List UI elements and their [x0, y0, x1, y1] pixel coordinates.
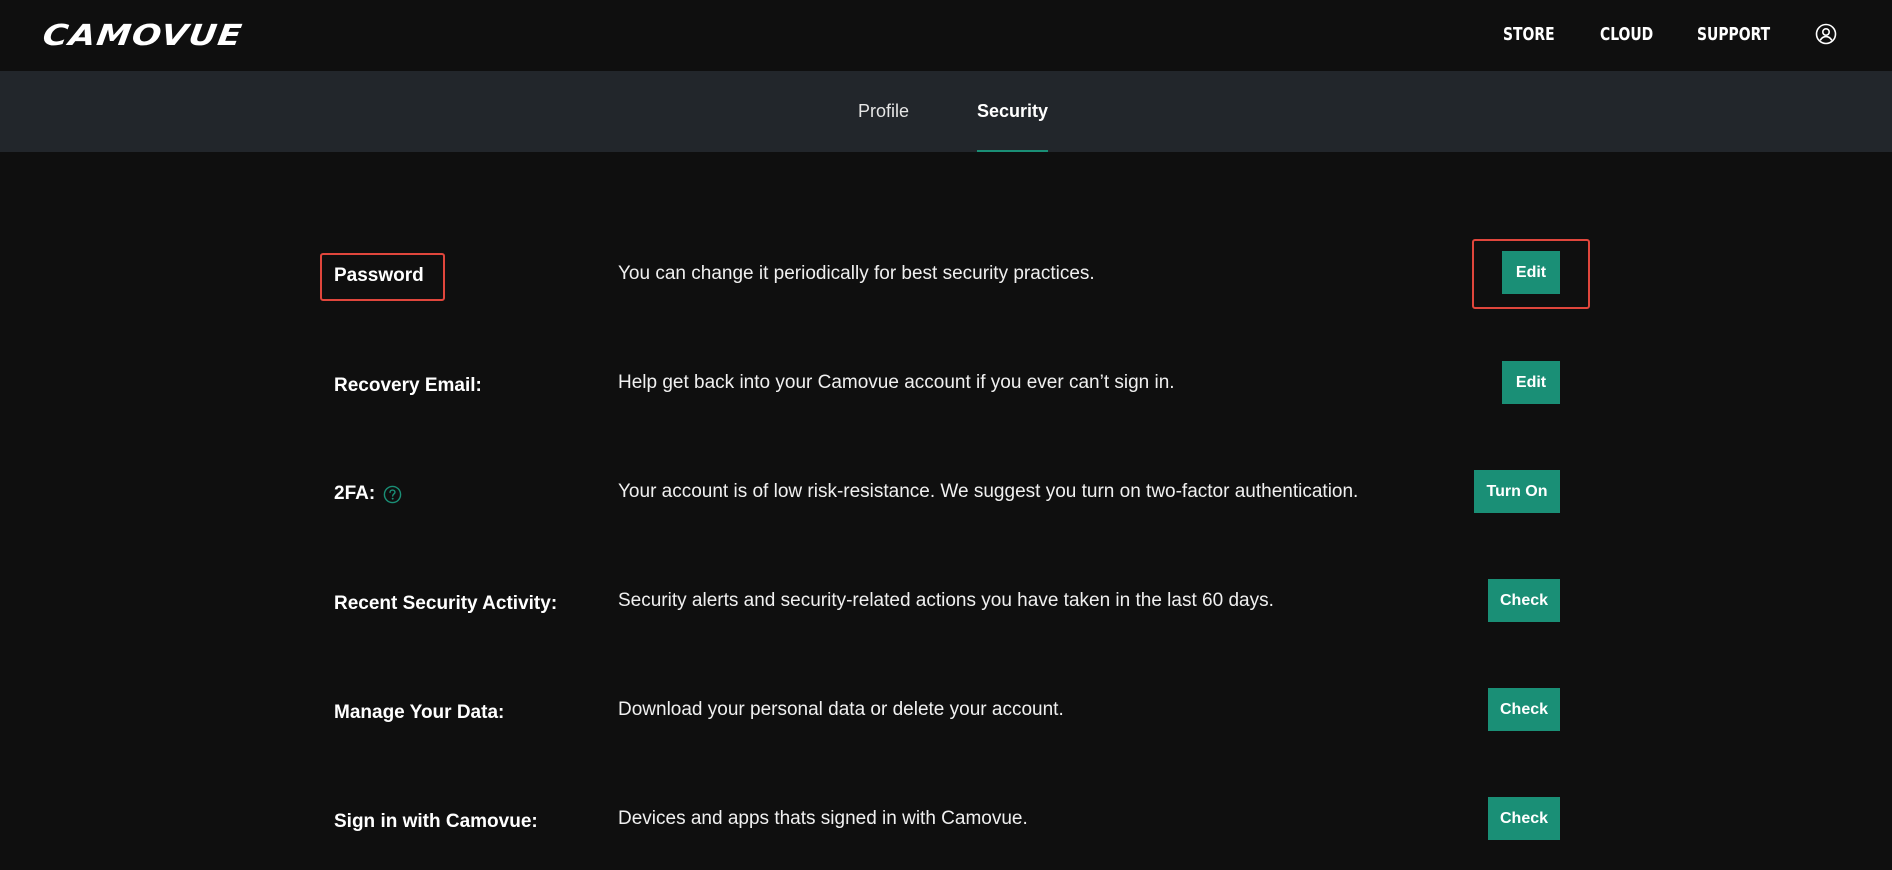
- user-circle-icon[interactable]: [1815, 23, 1837, 45]
- recent-security-activity-description: Security alerts and security-related act…: [618, 590, 1274, 611]
- password-description: You can change it periodically for best …: [618, 263, 1095, 284]
- manage-data-row: Manage Your Data: Download your personal…: [0, 672, 1892, 752]
- sign-in-with-camovue-check-button[interactable]: Check: [1488, 797, 1560, 840]
- recovery-email-description: Help get back into your Camovue account …: [618, 372, 1175, 393]
- tab-security[interactable]: Security: [977, 71, 1049, 152]
- nav-support-link[interactable]: SUPPORT: [1697, 20, 1770, 50]
- tab-bar: Profile Security: [0, 71, 1892, 152]
- manage-data-label: Manage Your Data:: [334, 702, 505, 723]
- recent-security-activity-check-button[interactable]: Check: [1488, 579, 1560, 622]
- manage-data-description: Download your personal data or delete yo…: [618, 699, 1064, 720]
- nav-store-link[interactable]: STORE: [1503, 20, 1555, 50]
- sign-in-with-camovue-label: Sign in with Camovue:: [334, 811, 538, 832]
- password-label: Password: [334, 265, 424, 286]
- top-header: CAMOVUE STORE CLOUD SUPPORT: [0, 0, 1892, 71]
- password-row: Password You can change it periodically …: [0, 236, 1892, 316]
- recovery-email-row: Recovery Email: Help get back into your …: [0, 345, 1892, 425]
- recent-security-activity-label: Recent Security Activity:: [334, 593, 558, 614]
- camovue-logo[interactable]: CAMOVUE: [41, 18, 245, 52]
- tab-profile[interactable]: Profile: [858, 71, 909, 152]
- nav-cloud-link[interactable]: CLOUD: [1600, 20, 1653, 50]
- sign-in-with-camovue-description: Devices and apps thats signed in with Ca…: [618, 808, 1028, 829]
- question-circle-icon[interactable]: [383, 485, 402, 504]
- recent-security-activity-row: Recent Security Activity: Security alert…: [0, 563, 1892, 643]
- recovery-email-edit-button[interactable]: Edit: [1502, 361, 1560, 404]
- two-factor-description: Your account is of low risk-resistance. …: [618, 481, 1359, 502]
- two-factor-turn-on-button[interactable]: Turn On: [1474, 470, 1560, 513]
- two-factor-label: 2FA:: [334, 483, 376, 504]
- sign-in-with-camovue-row: Sign in with Camovue: Devices and apps t…: [0, 781, 1892, 861]
- recovery-email-label: Recovery Email:: [334, 375, 482, 396]
- two-factor-label-group: 2FA:: [334, 483, 402, 505]
- manage-data-check-button[interactable]: Check: [1488, 688, 1560, 731]
- two-factor-row: 2FA: Your account is of low risk-resista…: [0, 454, 1892, 534]
- password-edit-button[interactable]: Edit: [1502, 251, 1560, 294]
